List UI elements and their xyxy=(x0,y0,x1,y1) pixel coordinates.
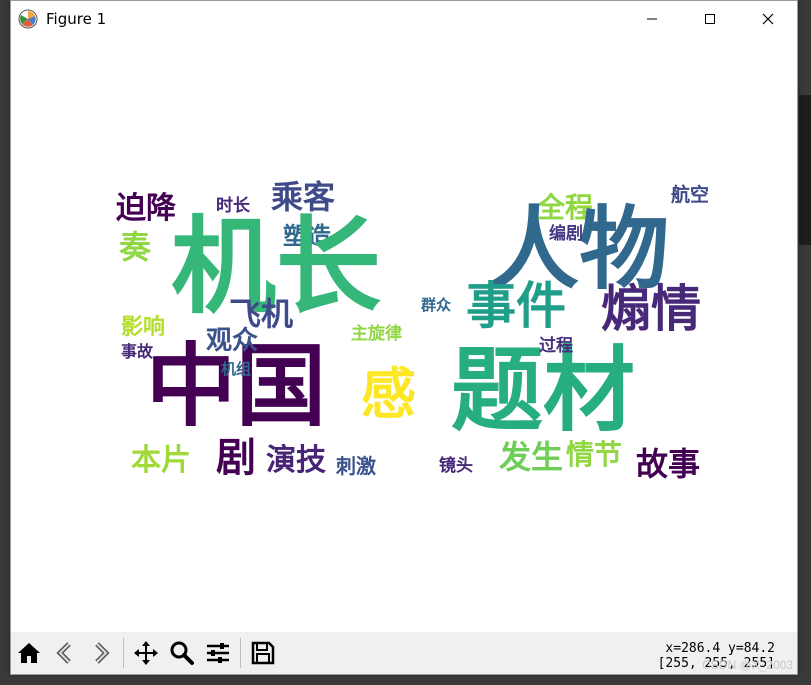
word-cloud-word: 迫降 xyxy=(116,191,176,226)
window-controls xyxy=(623,1,797,36)
title-bar[interactable]: Figure 1 xyxy=(11,1,797,36)
matplotlib-logo-icon xyxy=(18,9,38,29)
watermark: CSDN @X_2003 xyxy=(702,658,793,672)
toolbar-separator xyxy=(123,638,124,668)
figure-window: Figure 1 迫降 时长 乘客 全程 航空 塑造 人物 编剧 机长 事件 煽… xyxy=(10,0,798,675)
word-cloud-word: 剧 xyxy=(216,434,256,481)
word-cloud-word: 煽情 xyxy=(601,279,701,338)
word-cloud-word: 刺激 xyxy=(336,454,376,478)
back-arrow-icon xyxy=(56,642,71,664)
pan-arrows-icon xyxy=(134,641,158,665)
word-cloud-word: 机组 xyxy=(221,360,252,378)
magnifier-icon xyxy=(170,641,194,665)
window-title: Figure 1 xyxy=(46,9,107,28)
back-button[interactable] xyxy=(47,635,83,671)
maximize-icon xyxy=(705,13,715,24)
toolbar-separator xyxy=(240,638,241,668)
word-cloud-word: 过程 xyxy=(539,336,573,356)
close-button[interactable] xyxy=(739,1,797,36)
word-cloud-word: 奏 xyxy=(119,228,152,266)
word-cloud-word: 情节 xyxy=(566,438,623,471)
sliders-icon xyxy=(207,643,229,663)
word-cloud-word: 群众 xyxy=(421,296,452,314)
word-cloud-word: 题材 xyxy=(451,336,636,444)
minimize-icon xyxy=(647,18,657,19)
forward-button[interactable] xyxy=(83,635,119,671)
word-cloud-word: 航空 xyxy=(671,184,710,206)
home-button[interactable] xyxy=(11,635,47,671)
zoom-button[interactable] xyxy=(164,635,200,671)
navigation-toolbar: x=286.4 y=84.2 [255, 255, 255] CSDN @X_2… xyxy=(11,632,797,674)
word-cloud-image: 迫降 时长 乘客 全程 航空 塑造 人物 编剧 机长 事件 煽情 飞机 主旋律 … xyxy=(111,176,709,480)
word-cloud-word: 感 xyxy=(361,361,417,426)
save-button[interactable] xyxy=(245,635,281,671)
minimize-button[interactable] xyxy=(623,1,681,36)
word-cloud-word: 发生 xyxy=(499,438,564,476)
word-cloud-word: 编剧 xyxy=(549,224,583,244)
close-icon xyxy=(762,13,774,24)
maximize-button[interactable] xyxy=(681,1,739,36)
figure-canvas[interactable]: 迫降 时长 乘客 全程 航空 塑造 人物 编剧 机长 事件 煽情 飞机 主旋律 … xyxy=(11,36,797,633)
configure-subplots-button[interactable] xyxy=(200,635,236,671)
word-cloud-word: 镜头 xyxy=(439,456,473,476)
word-cloud-word: 观众 xyxy=(206,326,259,356)
word-cloud-word: 事件 xyxy=(466,276,566,335)
floppy-disk-icon xyxy=(251,641,275,665)
word-cloud-word: 演技 xyxy=(266,443,326,478)
word-cloud-word: 本片 xyxy=(131,443,191,478)
cursor-coordinates: x=286.4 y=84.2 xyxy=(665,641,775,656)
word-cloud-word: 事故 xyxy=(121,342,154,361)
word-cloud-word: 故事 xyxy=(636,445,701,483)
home-icon xyxy=(18,643,40,663)
forward-arrow-icon xyxy=(95,642,110,664)
word-cloud-word: 影响 xyxy=(121,314,166,340)
background-window-strip xyxy=(799,95,811,245)
word-cloud-word: 主旋律 xyxy=(351,324,402,344)
pan-button[interactable] xyxy=(128,635,164,671)
